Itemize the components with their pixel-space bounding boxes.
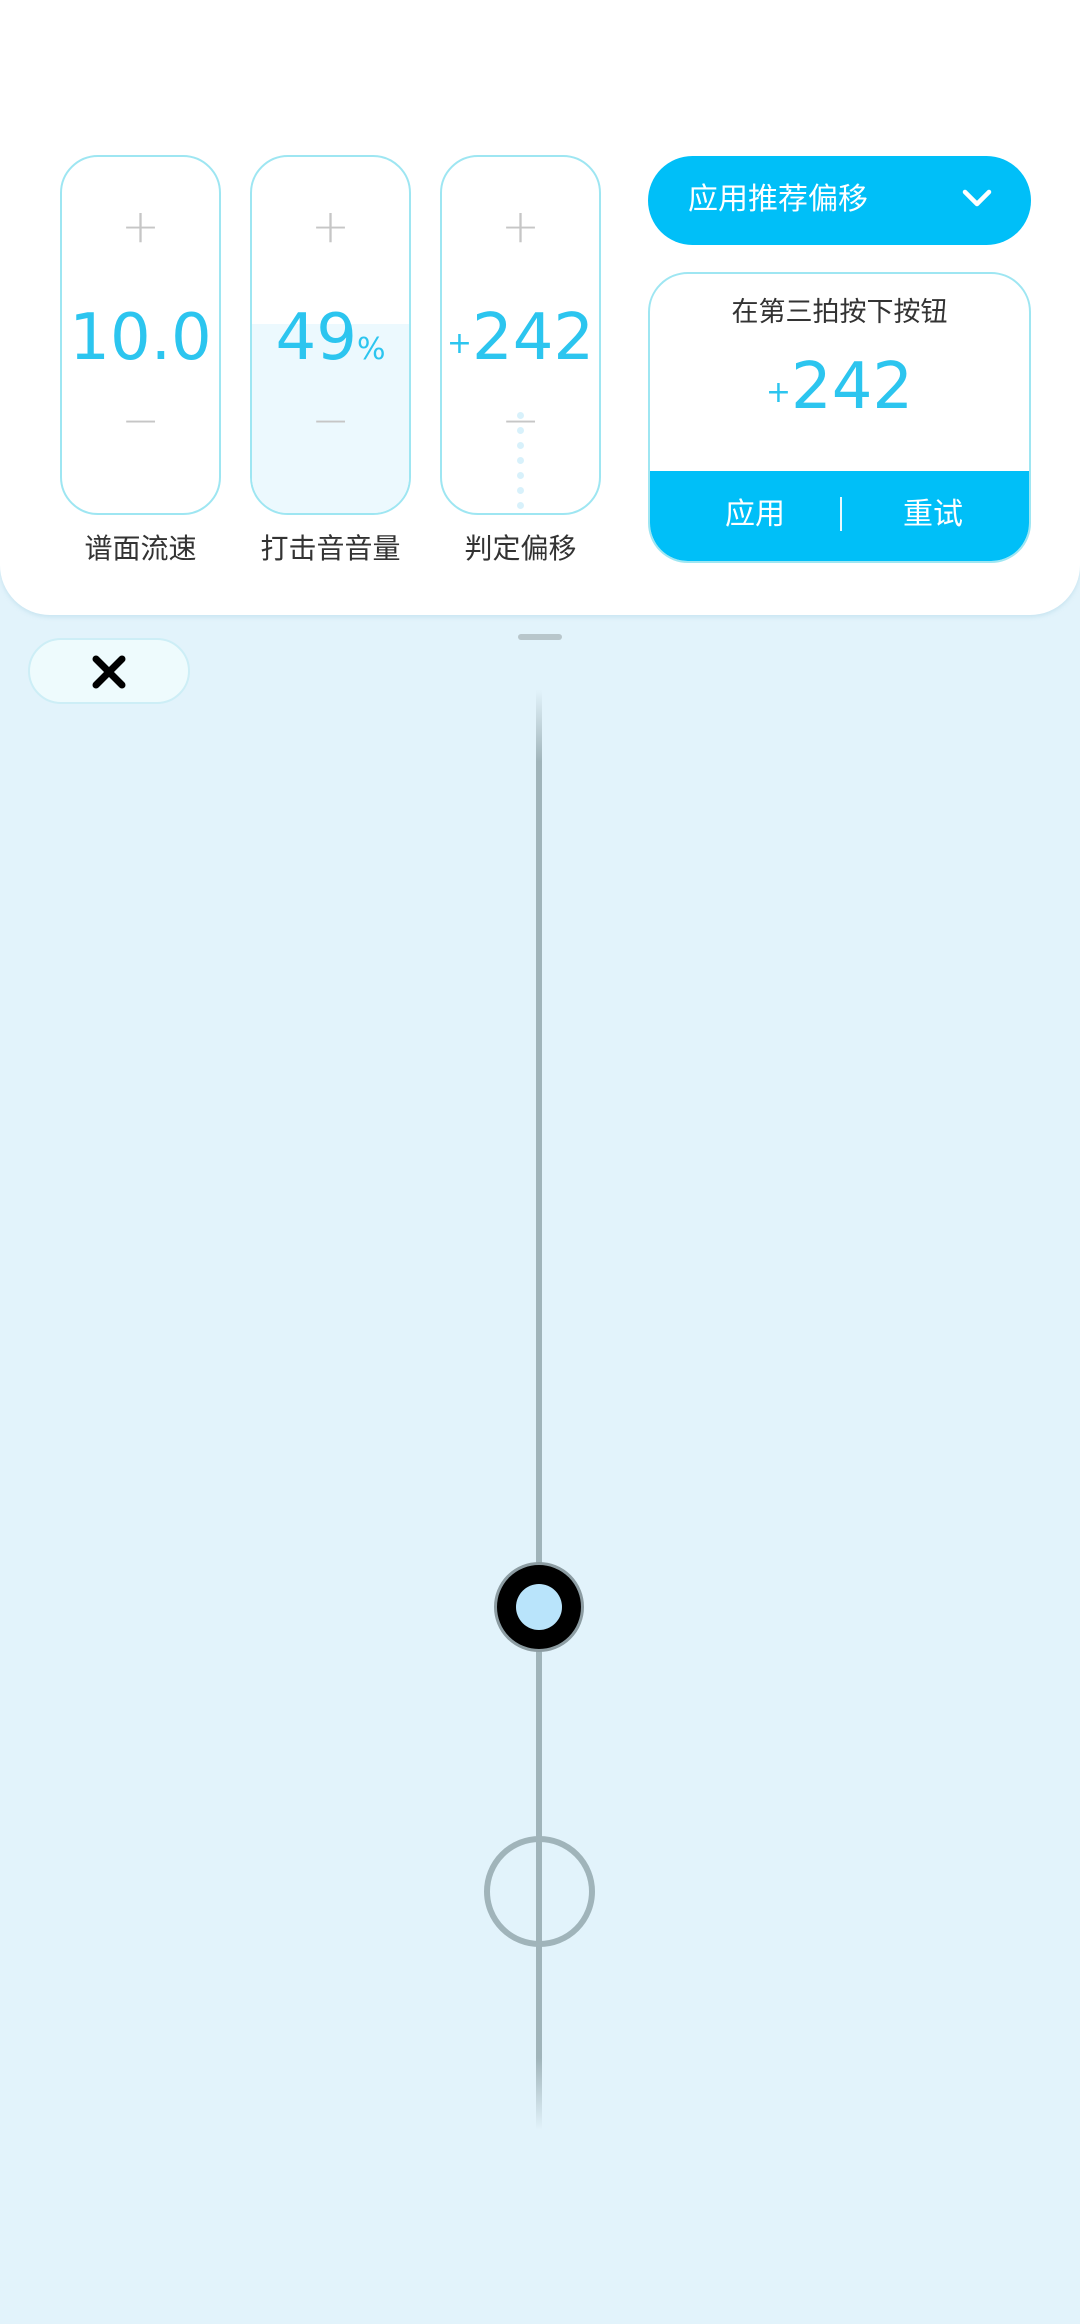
close-icon [92,655,126,689]
retry-button[interactable]: 重试 [848,495,1018,535]
settings-panel: + 10.0 − 谱面流速 + 49% − 打击音音量 + +242 − 判定偏… [0,0,1080,615]
judgement-target-ring[interactable] [484,1836,595,1947]
falling-note [494,1562,584,1652]
hitsound-volume-value: 49% [275,301,386,375]
scroll-speed-label: 谱面流速 [84,532,197,565]
panel-drag-handle[interactable] [518,634,562,640]
close-button[interactable] [28,638,190,704]
judgement-offset-decrease-button[interactable]: − [442,397,599,443]
hitsound-volume-card[interactable]: + 49% − [250,155,411,515]
calibration-instruction: 在第三拍按下按钮 [731,297,948,328]
action-separator [840,497,842,531]
scroll-speed-card[interactable]: + 10.0 − [60,155,221,515]
recommended-offset-value: +242 [765,350,914,424]
judgement-offset-label: 判定偏移 [464,532,577,565]
hitsound-volume-label: 打击音音量 [260,532,401,565]
calibration-action-bar: 应用 重试 [650,471,1029,561]
dropdown-label: 应用推荐偏移 [688,182,868,217]
hitsound-volume-increase-button[interactable]: + [252,203,409,249]
offset-calibration-box: 在第三拍按下按钮 +242 应用 重试 [648,272,1031,563]
judgement-offset-value: +242 [446,301,595,375]
judgement-offset-card[interactable]: + +242 − [440,155,601,515]
apply-button[interactable]: 应用 [650,495,860,535]
percent-unit: % [356,332,386,367]
offset-scale-dots [517,257,525,513]
judgement-offset-increase-button[interactable]: + [442,203,599,249]
falling-note-core [516,1584,562,1630]
chevron-down-icon [962,189,992,207]
hitsound-volume-decrease-button[interactable]: − [252,397,409,443]
apply-recommended-offset-dropdown[interactable]: 应用推荐偏移 [648,156,1031,245]
scroll-speed-increase-button[interactable]: + [62,203,219,249]
scroll-speed-value: 10.0 [69,301,212,375]
scroll-speed-decrease-button[interactable]: − [62,397,219,443]
